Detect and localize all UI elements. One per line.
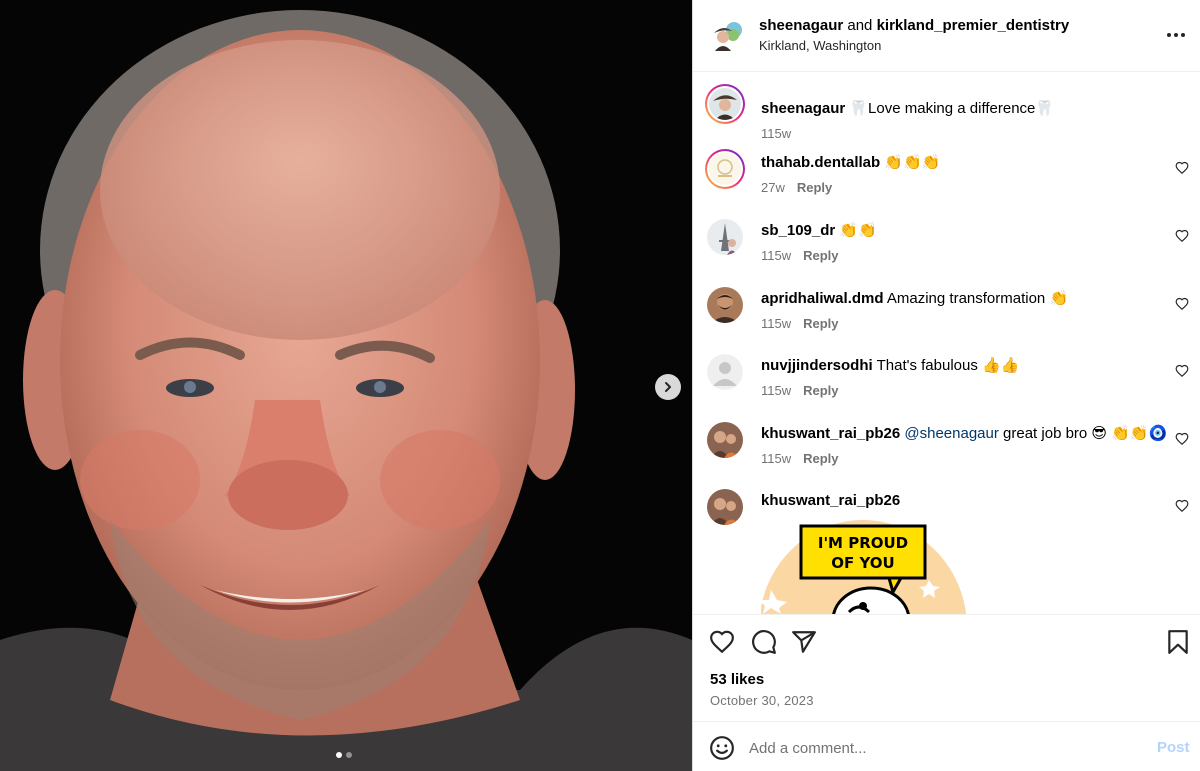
like-comment-heart-icon[interactable] — [1175, 161, 1189, 175]
post-authors: sheenagaur and kirkland_premier_dentistr… — [759, 17, 1069, 35]
post-caption: sheenagaur 🦷Love making a difference🦷 11… — [693, 84, 1200, 141]
comment-username[interactable]: apridhaliwal.dmd — [761, 290, 884, 307]
caption-meta: 115w — [761, 126, 791, 141]
comment-avatar[interactable] — [707, 287, 743, 323]
comment-item: khuswant_rai_pb26 @sheenagaur great job … — [693, 422, 1200, 472]
comment-avatar-image — [707, 219, 743, 255]
comment-username[interactable]: khuswant_rai_pb26 — [761, 492, 900, 509]
comment-body: 👏👏👏 — [884, 154, 941, 171]
like-comment-heart-icon[interactable] — [1175, 499, 1189, 513]
like-comment-heart-icon[interactable] — [1175, 432, 1189, 446]
comment-time[interactable]: 115w — [761, 451, 791, 466]
emoji-smiley-icon[interactable] — [709, 735, 735, 761]
more-options-button[interactable] — [1165, 24, 1187, 46]
comment-time[interactable]: 115w — [761, 316, 791, 331]
caption-body: 🦷Love making a difference🦷 — [849, 100, 1055, 117]
comment-text: khuswant_rai_pb26 @sheenagaur great job … — [761, 425, 1167, 443]
comment-text: apridhaliwal.dmd Amazing transformation … — [761, 290, 1068, 308]
carousel-dots — [336, 752, 352, 758]
comment-avatar[interactable] — [705, 149, 745, 189]
post-actions: 53 likes October 30, 2023 — [693, 614, 1200, 721]
comment-body: 👏👏 — [839, 222, 877, 239]
comment-username[interactable]: sb_109_dr — [761, 222, 835, 239]
comment-avatar-image — [709, 153, 741, 185]
default-avatar-icon — [707, 354, 743, 390]
reply-button[interactable]: Reply — [803, 316, 838, 331]
more-horizontal-icon — [1167, 33, 1185, 37]
carousel-dot — [346, 752, 352, 758]
like-heart-icon[interactable] — [709, 629, 735, 655]
comment-time[interactable]: 27w — [761, 180, 785, 195]
post-panel: sheenagaur and kirkland_premier_dentistr… — [692, 0, 1200, 771]
sticker-text-line1: I'M PROUD — [818, 534, 908, 552]
bookmark-save-icon[interactable] — [1165, 629, 1191, 655]
author-avatar[interactable] — [708, 19, 742, 53]
comment-meta: 115w Reply — [761, 316, 839, 331]
comment-bubble-icon[interactable] — [751, 629, 777, 655]
sticker-text-line2: OF YOU — [831, 554, 894, 572]
comment-text: thahab.dentallab 👏👏👏 — [761, 154, 940, 172]
post-photo — [0, 0, 692, 771]
reply-button[interactable]: Reply — [803, 451, 838, 466]
comment-input[interactable] — [749, 734, 1129, 762]
author-joiner: and — [847, 17, 873, 34]
reply-button[interactable]: Reply — [803, 383, 838, 398]
comment-time[interactable]: 115w — [761, 126, 791, 141]
comment-avatar[interactable] — [707, 422, 743, 458]
comment-body: Amazing transformation 👏 — [886, 290, 1069, 307]
caption-avatar-image — [709, 88, 741, 120]
comment-time[interactable]: 115w — [761, 248, 791, 263]
post-media — [0, 0, 692, 771]
like-comment-heart-icon[interactable] — [1175, 229, 1189, 243]
comment-sticker[interactable]: I'M PROUD OF YOU — [761, 520, 967, 614]
comment-meta: 115w Reply — [761, 383, 839, 398]
comment-body: That's fabulous 👍👍 — [876, 357, 1020, 374]
author-username[interactable]: sheenagaur — [759, 17, 843, 34]
comment-text: nuvjjindersodhi That's fabulous 👍👍 — [761, 357, 1019, 375]
carousel-dot-active — [336, 752, 342, 758]
comment-body: great job bro 😎 👏👏🧿 — [1003, 425, 1168, 442]
comment-avatar-image — [707, 287, 743, 323]
comment-username[interactable]: thahab.dentallab — [761, 154, 880, 171]
comment-avatar[interactable] — [707, 219, 743, 255]
comment-item: thahab.dentallab 👏👏👏 27w Reply — [693, 149, 1200, 199]
comment-avatar-image — [707, 489, 743, 525]
reply-button[interactable]: Reply — [803, 248, 838, 263]
comment-time[interactable]: 115w — [761, 383, 791, 398]
comment-username[interactable]: sheenagaur — [761, 100, 845, 117]
post-location[interactable]: Kirkland, Washington — [759, 38, 881, 53]
comment-avatar[interactable] — [707, 354, 743, 390]
like-comment-heart-icon[interactable] — [1175, 297, 1189, 311]
comment-mention[interactable]: @sheenagaur — [904, 425, 998, 442]
chevron-right-icon — [665, 382, 671, 392]
next-slide-button[interactable] — [655, 374, 681, 400]
comment-meta: 115w Reply — [761, 451, 839, 466]
post-header: sheenagaur and kirkland_premier_dentistr… — [693, 0, 1200, 72]
like-comment-heart-icon[interactable] — [1175, 364, 1189, 378]
share-send-icon[interactable] — [791, 629, 817, 655]
reply-button[interactable]: Reply — [797, 180, 832, 195]
comment-item: sb_109_dr 👏👏 115w Reply — [693, 219, 1200, 269]
comments-list: sheenagaur 🦷Love making a difference🦷 11… — [693, 72, 1200, 614]
comment-item: apridhaliwal.dmd Amazing transformation … — [693, 287, 1200, 337]
caption-avatar[interactable] — [705, 84, 745, 124]
add-comment-bar: Post — [693, 721, 1200, 771]
post-comment-button[interactable]: Post — [1157, 739, 1190, 756]
caption-text: sheenagaur 🦷Love making a difference🦷 — [761, 100, 1054, 118]
comment-item: nuvjjindersodhi That's fabulous 👍👍 115w … — [693, 354, 1200, 404]
post-date[interactable]: October 30, 2023 — [710, 693, 814, 708]
comment-text: khuswant_rai_pb26 — [761, 492, 900, 510]
proud-sticker-image: I'M PROUD OF YOU — [761, 520, 967, 614]
comment-meta: 27w Reply — [761, 180, 832, 195]
coauthor-username[interactable]: kirkland_premier_dentistry — [877, 17, 1070, 34]
comment-meta: 115w Reply — [761, 248, 839, 263]
comment-avatar-image — [707, 422, 743, 458]
comment-username[interactable]: nuvjjindersodhi — [761, 357, 873, 374]
comment-text: sb_109_dr 👏👏 — [761, 222, 877, 240]
comment-username[interactable]: khuswant_rai_pb26 — [761, 425, 900, 442]
likes-count[interactable]: 53 likes — [710, 671, 764, 688]
comment-avatar[interactable] — [707, 489, 743, 525]
